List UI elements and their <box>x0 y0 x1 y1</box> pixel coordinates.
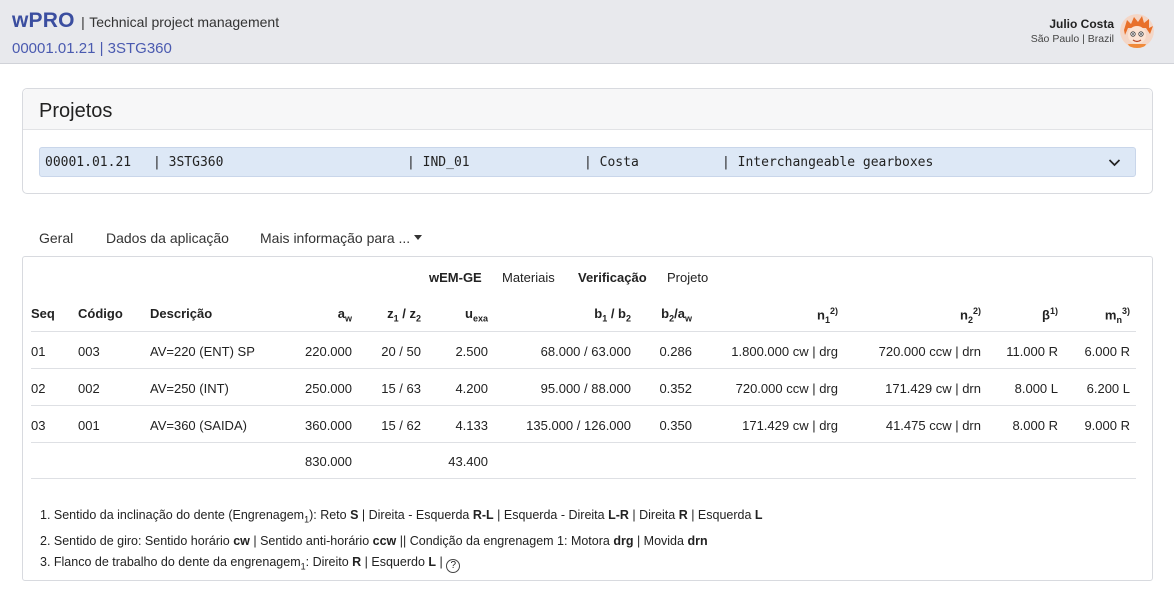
cell-descricao: AV=360 (SAIDA) <box>150 418 247 433</box>
cell-aw: 360.000 <box>305 418 352 433</box>
cell-z: 15 / 62 <box>381 418 421 433</box>
table-row[interactable]: 03 001 AV=360 (SAIDA) 360.000 15 / 62 4.… <box>31 406 1136 443</box>
cell-descricao: AV=250 (INT) <box>150 381 229 396</box>
cell-n2: 171.429 cw | drn <box>885 381 981 396</box>
table-totals-row: 830.000 43.400 <box>31 443 1136 479</box>
table-header-row: Seq Código Descrição aw z1 / z2 uexa b1 … <box>31 295 1136 332</box>
cell-codigo: 002 <box>78 381 100 396</box>
cell-beta: 8.000 L <box>1014 381 1058 396</box>
current-project-subtitle: 00001.01.21 | 3STG360 <box>12 40 172 57</box>
help-icon[interactable]: ? <box>446 558 461 573</box>
cell-codigo: 003 <box>78 344 100 359</box>
tab-mais-informacao-label: Mais informação para ... <box>260 230 411 246</box>
col-beta: β1) <box>1042 306 1058 323</box>
cell-mn: 6.200 L <box>1086 381 1130 396</box>
col-mn: mn3) <box>1104 306 1130 325</box>
col-n2: n22) <box>960 306 981 325</box>
total-aw: 830.000 <box>305 454 352 469</box>
col-uexa: uexa <box>465 306 488 324</box>
cell-b1b2: 95.000 / 88.000 <box>540 381 631 396</box>
subtab-projeto[interactable]: Projeto <box>667 270 708 285</box>
brand[interactable]: wPRO | Technical project management <box>12 9 279 33</box>
cell-aw: 220.000 <box>305 344 352 359</box>
brand-tagline: Technical project management <box>89 14 280 30</box>
cell-b2aw: 0.286 <box>659 344 692 359</box>
col-descricao: Descrição <box>150 306 213 321</box>
cell-b1b2: 135.000 / 126.000 <box>526 418 631 433</box>
avatar[interactable] <box>1120 14 1154 48</box>
col-z: z1 / z2 <box>387 306 421 324</box>
footnote-1: 1. Sentido da inclinação do dente (Engre… <box>40 508 763 525</box>
cell-n1: 1.800.000 cw | drg <box>731 344 838 359</box>
cell-b1b2: 68.000 / 63.000 <box>540 344 631 359</box>
project-name: | 3STG360 <box>153 155 224 170</box>
cell-n1: 171.429 cw | drg <box>742 418 838 433</box>
cell-z: 15 / 63 <box>381 381 421 396</box>
projects-card-header: Projetos <box>23 89 1152 130</box>
cell-seq: 02 <box>31 381 46 396</box>
project-owner: | Costa <box>584 155 639 170</box>
chevron-down-icon[interactable] <box>1108 156 1121 169</box>
subtab-materiais[interactable]: Materiais <box>502 270 555 285</box>
cell-b2aw: 0.352 <box>659 381 692 396</box>
table-row[interactable]: 01 003 AV=220 (ENT) SP 220.000 20 / 50 2… <box>31 332 1136 369</box>
cell-uexa: 2.500 <box>455 344 488 359</box>
app-header: wPRO | Technical project management 0000… <box>0 0 1174 64</box>
caret-down-icon <box>414 235 423 240</box>
projects-card: Projetos 00001.01.21 | 3STG360 | IND_01 … <box>22 88 1153 194</box>
col-aw: aw <box>337 306 352 324</box>
col-n1: n12) <box>817 306 838 325</box>
verification-panel: wEM-GE Materiais Verificação Projeto Seq… <box>22 256 1153 581</box>
cell-n2: 41.475 ccw | drn <box>885 418 981 433</box>
total-uexa: 43.400 <box>448 454 488 469</box>
user-info[interactable]: Julio Costa São Paulo | Brazil <box>1031 17 1114 45</box>
cell-mn: 6.000 R <box>1084 344 1130 359</box>
cell-n2: 720.000 ccw | drn <box>878 344 981 359</box>
subtab-verificacao[interactable]: Verificação <box>578 270 647 285</box>
cell-seq: 01 <box>31 344 46 359</box>
user-name: Julio Costa <box>1049 17 1114 31</box>
brand-logo-text[interactable]: wPRO <box>12 9 75 32</box>
cell-beta: 8.000 R <box>1012 418 1058 433</box>
project-ind: | IND_01 <box>407 155 470 170</box>
cell-beta: 11.000 R <box>1006 344 1058 359</box>
sub-tabs: wEM-GE Materiais Verificação Projeto <box>23 270 1154 290</box>
cell-n1: 720.000 ccw | drg <box>735 381 838 396</box>
cell-seq: 03 <box>31 418 46 433</box>
footnote-2: 2. Sentido de giro: Sentido horário cw |… <box>40 533 708 548</box>
tab-mais-informacao[interactable]: Mais informação para ... <box>260 230 423 246</box>
footnote-3: 3. Flanco de trabalho do dente da engren… <box>40 552 763 578</box>
cell-b2aw: 0.350 <box>659 418 692 433</box>
projects-title: Projetos <box>39 100 113 122</box>
user-location: São Paulo | Brazil <box>1030 33 1114 45</box>
project-code: 00001.01.21 <box>45 155 132 170</box>
col-b1b2: b1 / b2 <box>594 306 631 324</box>
cell-uexa: 4.133 <box>455 418 488 433</box>
cell-uexa: 4.200 <box>455 381 488 396</box>
project-select[interactable]: 00001.01.21 | 3STG360 | IND_01 | Costa |… <box>39 147 1136 177</box>
col-b2aw: b2/aw <box>661 306 692 324</box>
avatar-icon <box>1120 14 1154 48</box>
cell-mn: 9.000 R <box>1084 418 1130 433</box>
tab-geral[interactable]: Geral <box>39 230 73 246</box>
cell-codigo: 001 <box>78 418 100 433</box>
col-seq: Seq <box>31 306 55 321</box>
tab-dados-aplicacao[interactable]: Dados da aplicação <box>106 230 229 246</box>
brand-separator: | <box>81 14 85 30</box>
cell-z: 20 / 50 <box>381 344 421 359</box>
project-description: | Interchangeable gearboxes <box>722 155 934 170</box>
cell-aw: 250.000 <box>305 381 352 396</box>
cell-descricao: AV=220 (ENT) SP <box>150 344 255 359</box>
table-row[interactable]: 02 002 AV=250 (INT) 250.000 15 / 63 4.20… <box>31 369 1136 406</box>
footnotes: 1. Sentido da inclinação do dente (Engre… <box>40 505 763 577</box>
subtab-wem-ge[interactable]: wEM-GE <box>429 270 482 285</box>
col-codigo: Código <box>78 306 123 321</box>
